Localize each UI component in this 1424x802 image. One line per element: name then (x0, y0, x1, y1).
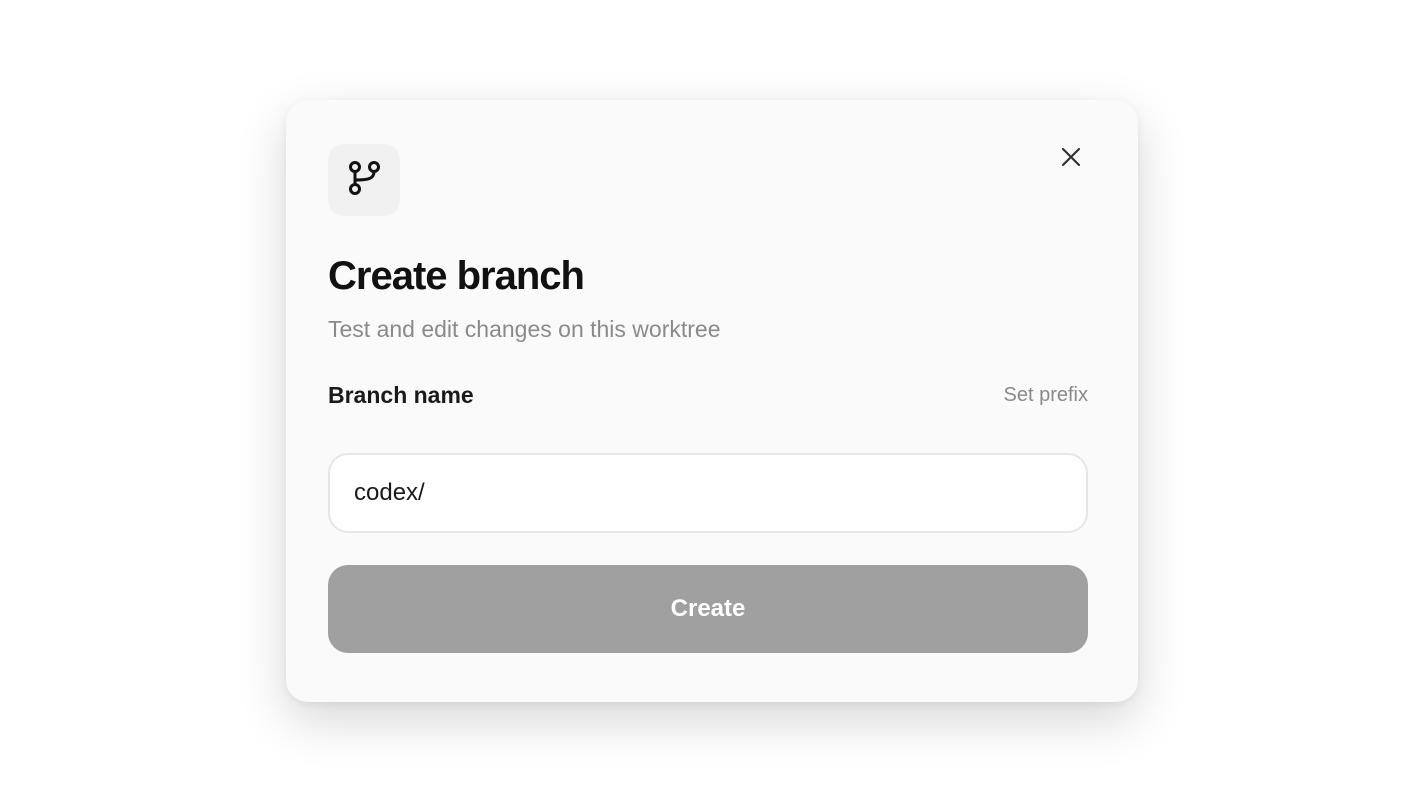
close-icon (1060, 146, 1082, 173)
dialog-title: Create branch (328, 254, 585, 298)
branch-name-field-wrapper (328, 453, 1088, 533)
dialog-subtitle: Test and edit changes on this worktree (328, 316, 721, 342)
git-branch-icon (344, 158, 384, 203)
set-prefix-link[interactable]: Set prefix (1004, 382, 1088, 408)
create-branch-dialog: Create branch Test and edit changes on t… (286, 100, 1138, 702)
create-button[interactable]: Create (328, 565, 1088, 653)
branch-icon-badge (328, 144, 400, 216)
backdrop: Create branch Test and edit changes on t… (0, 0, 1424, 802)
branch-name-input[interactable] (330, 455, 1086, 531)
branch-name-label: Branch name (328, 382, 474, 408)
close-button[interactable] (1056, 144, 1086, 174)
